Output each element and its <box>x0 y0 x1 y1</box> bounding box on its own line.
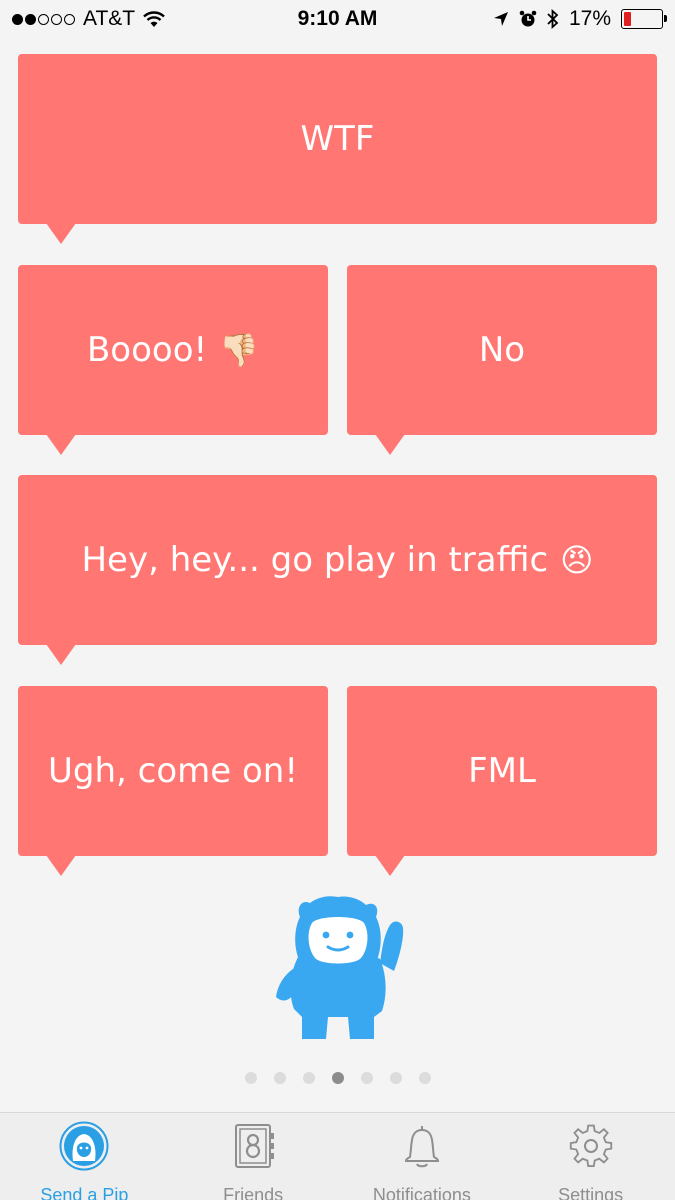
status-right: 17% <box>493 7 667 31</box>
message-text: FML <box>468 751 536 791</box>
bell-icon <box>397 1121 447 1171</box>
page-dot[interactable] <box>273 1072 286 1084</box>
message-text: No <box>478 330 526 370</box>
message-bubble-fml[interactable]: FML <box>347 686 657 876</box>
page-dot[interactable] <box>389 1072 402 1084</box>
message-text: Ugh, come on! <box>48 751 298 791</box>
tab-friends[interactable]: Friends <box>169 1113 338 1200</box>
message-bubble-wtf[interactable]: WTF <box>18 54 657 244</box>
message-text: Boooo! <box>86 330 208 370</box>
yeti-icon <box>59 1121 109 1171</box>
tab-label: Send a Pip <box>40 1185 129 1200</box>
tab-label: Settings <box>558 1185 624 1200</box>
tab-label: Notifications <box>372 1185 471 1200</box>
gear-icon <box>566 1121 616 1171</box>
message-bubble-no[interactable]: No <box>347 265 657 455</box>
page-dot[interactable] <box>244 1072 257 1084</box>
message-bubble-go-play-in-traffic[interactable]: Hey, hey... go play in traffic 😠 <box>18 475 657 665</box>
page-dot[interactable] <box>418 1072 431 1084</box>
page-indicator[interactable] <box>0 1072 675 1084</box>
thumbs-down-icon: 👎🏻 <box>219 331 259 369</box>
battery-icon <box>621 9 667 29</box>
location-arrow-icon <box>493 12 508 26</box>
tab-label: Friends <box>223 1185 284 1200</box>
tab-notifications[interactable]: Notifications <box>338 1113 507 1200</box>
alarm-clock-icon <box>519 10 537 27</box>
page-dot[interactable] <box>360 1072 373 1084</box>
yeti-mascot-icon <box>276 896 404 1039</box>
page-dot[interactable] <box>302 1072 315 1084</box>
bluetooth-icon <box>547 9 559 29</box>
angry-face-icon: 😠 <box>560 541 594 579</box>
message-bubble-boooo[interactable]: Boooo! 👎🏻 <box>18 265 328 455</box>
page-dot[interactable] <box>331 1072 344 1084</box>
tab-send-a-pip[interactable]: Send a Pip <box>0 1113 169 1200</box>
battery-level <box>624 12 631 26</box>
tab-settings[interactable]: Settings <box>506 1113 675 1200</box>
status-bar: AT&T 9:10 AM 17% <box>0 0 675 40</box>
address-book-icon <box>228 1121 278 1171</box>
battery-percent: 17% <box>568 7 611 30</box>
tab-bar: Send a Pip Friends Notifications Setting… <box>0 1112 675 1200</box>
message-bubble-ugh-come-on[interactable]: Ugh, come on! <box>18 686 328 876</box>
message-text: Hey, hey... go play in traffic <box>81 540 549 580</box>
message-text: WTF <box>300 119 375 159</box>
